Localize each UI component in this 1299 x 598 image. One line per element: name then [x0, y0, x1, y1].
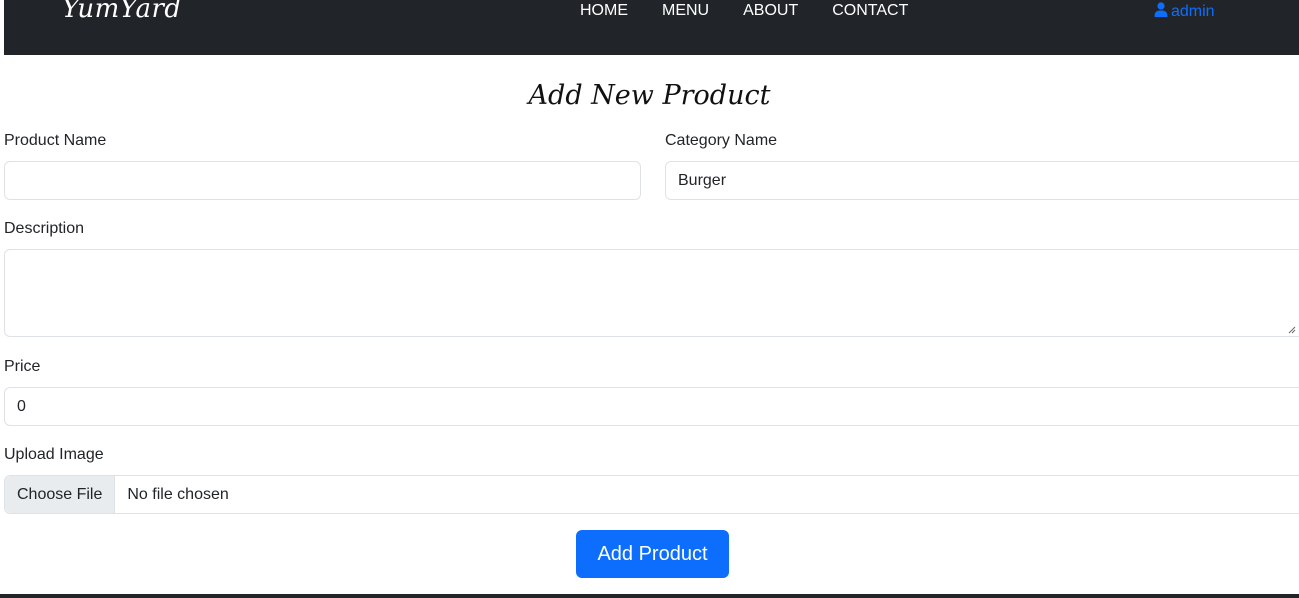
price-input[interactable]: 0 — [4, 387, 1299, 426]
top-navbar: YumYard HOME MENU ABOUT CONTACT admin — [4, 0, 1299, 55]
upload-image-label: Upload Image — [4, 446, 104, 463]
brand-logo[interactable]: YumYard — [62, 0, 182, 24]
user-name: admin — [1171, 3, 1215, 20]
nav-link-home[interactable]: HOME — [580, 2, 628, 20]
footer-bar — [0, 594, 1299, 598]
user-icon — [1154, 2, 1168, 22]
nav-link-contact[interactable]: CONTACT — [832, 2, 908, 20]
category-name-input[interactable]: Burger — [665, 161, 1299, 200]
choose-file-button[interactable]: Choose File — [5, 476, 116, 513]
price-label: Price — [4, 358, 41, 375]
description-label: Description — [4, 220, 85, 237]
file-status: No file chosen — [127, 485, 229, 503]
nav-link-menu[interactable]: MENU — [662, 2, 709, 20]
nav-link-about[interactable]: ABOUT — [743, 2, 798, 20]
upload-image-input[interactable]: Choose File No file chosen — [4, 475, 1299, 514]
product-name-label: Product Name — [4, 132, 107, 149]
resize-handle-icon[interactable] — [1288, 326, 1296, 334]
nav-links: HOME MENU ABOUT CONTACT — [580, 2, 942, 20]
page-title: Add New Product — [528, 80, 771, 111]
product-name-input[interactable] — [4, 161, 641, 200]
user-menu[interactable]: admin — [1154, 2, 1215, 22]
category-name-label: Category Name — [665, 132, 778, 149]
description-textarea[interactable] — [4, 249, 1299, 337]
add-product-button[interactable]: Add Product — [576, 530, 729, 578]
